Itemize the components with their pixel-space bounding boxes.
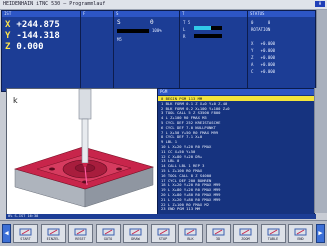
status-panel-header: STATUS	[248, 11, 315, 17]
y-axis-value: -144.318	[16, 31, 60, 41]
softkey-label: START	[20, 237, 31, 241]
hole-1	[49, 167, 55, 171]
stop-icon	[157, 228, 169, 236]
spindle-load-label: 100%	[152, 28, 162, 33]
softkey-draw[interactable]: DRAW	[123, 224, 148, 243]
tool-bar-fill	[194, 26, 211, 30]
z-axis-label: Z	[5, 42, 11, 52]
position-panel-header: IST	[2, 11, 80, 17]
table-icon	[267, 228, 279, 236]
spindle-load-bar	[117, 29, 149, 33]
tool-bar-track	[194, 26, 222, 30]
y-axis-label: Y	[5, 31, 11, 41]
softkey-einzel[interactable]: EINZEL	[40, 224, 66, 243]
tool-row-1: T 5	[183, 20, 191, 25]
softkey-label: END	[297, 237, 304, 241]
softkey-table[interactable]: TABLE	[260, 224, 286, 243]
end-icon	[294, 228, 307, 236]
spindle-panel-header: S	[114, 11, 179, 17]
brand-logo: H	[315, 1, 325, 7]
softkey-stop[interactable]: STOP	[150, 224, 176, 243]
cnc-screen: HEIDENHAIN iTNC 530 — Programmlauf H IST…	[0, 0, 327, 246]
title-bar: HEIDENHAIN iTNC 530 — Programmlauf H	[0, 0, 327, 10]
program-listing[interactable]: PGM 0 BEGIN PGM 113 MM 1 BLK FORM 0.1 Z X…	[157, 88, 315, 215]
spindle-label: S	[117, 19, 121, 26]
side-strip-top	[316, 10, 327, 90]
softkey-label: DRAW	[131, 237, 140, 241]
tool-holder	[78, 89, 92, 120]
softkey-reset[interactable]: RESET	[68, 224, 93, 243]
softkey-label: STOP	[158, 237, 168, 241]
softkey-3d[interactable]: 3D	[205, 224, 231, 243]
feed-panel: F	[80, 10, 114, 92]
single-block-icon	[47, 228, 59, 236]
spindle-mode: M5	[117, 37, 122, 42]
workpiece-3d-view: k	[13, 89, 155, 208]
feed-panel-header: F	[81, 11, 113, 17]
x-position: X +244.875	[5, 20, 60, 30]
goto-icon	[102, 228, 114, 236]
program-line[interactable]: 23 END PGM 113 MM	[161, 206, 200, 211]
softkey-label: RESET	[75, 237, 86, 241]
axis-k-glyph: k	[13, 96, 18, 105]
softkey-label: 3D	[215, 237, 221, 241]
status-row: A +0.000	[251, 62, 276, 67]
reset-icon	[74, 228, 87, 236]
z-axis-value: 0.000	[16, 42, 44, 52]
3d-view-icon	[212, 228, 224, 236]
spindle-panel: S S 0 100% M5	[113, 10, 180, 92]
y-position: Y -144.318	[5, 31, 60, 41]
status-row: Z +0.000	[251, 55, 276, 60]
status-line: 0% S-IST 16:38	[6, 214, 316, 219]
draw-icon	[129, 228, 142, 236]
status-row: C +0.000	[251, 69, 276, 74]
softkey-blk[interactable]: BLK	[178, 224, 203, 243]
softkey-label: GOTO	[103, 237, 113, 241]
softkey-label: BLK	[187, 237, 194, 241]
status-panel: STATUS 0 0 ROTATION X +0.000 Y +0.000 Z +0.0…	[247, 10, 316, 92]
tool-shank	[81, 118, 89, 164]
tool-row-2: L	[183, 27, 186, 32]
block-icon	[184, 228, 197, 236]
softkey-start[interactable]: START	[13, 224, 38, 243]
tool-bar-2	[194, 34, 222, 38]
softkey-prev-arrow[interactable]: ◀	[2, 224, 11, 243]
tool-panel: T T 5 L R	[179, 10, 248, 92]
status-row: 0 0	[251, 20, 271, 25]
position-panel: IST X +244.875 Y -144.318 Z 0.000	[1, 10, 81, 92]
status-row: Y +0.000	[251, 48, 276, 53]
softkey-bar: ◀ START EINZEL RESET GOTO DRAW STOP BLK 3D ZOOM T…	[0, 220, 327, 246]
spindle-value: 0	[150, 19, 154, 26]
status-row: ROTATION	[251, 27, 271, 32]
hole-2	[116, 167, 122, 171]
softkey-next-arrow[interactable]: ▶	[316, 224, 325, 243]
tool-panel-header: T	[180, 11, 247, 17]
zoom-icon	[239, 228, 252, 236]
tool-row-3: R	[183, 34, 186, 39]
side-strip-middle	[314, 88, 327, 213]
softkey-label: TABLE	[267, 237, 279, 241]
start-icon	[19, 228, 32, 236]
softkey-label: ZOOM	[241, 237, 250, 241]
softkey-zoom[interactable]: ZOOM	[233, 224, 258, 243]
x-axis-label: X	[5, 20, 11, 30]
program-header: PGM	[158, 89, 314, 95]
simulation-graphic: k	[6, 88, 158, 215]
x-axis-value: +244.875	[16, 20, 60, 30]
softkey-end[interactable]: END	[288, 224, 313, 243]
z-position: Z 0.000	[5, 42, 44, 52]
softkey-label: EINZEL	[46, 237, 60, 241]
window-title: HEIDENHAIN iTNC 530 — Programmlauf	[3, 1, 106, 7]
status-row: X +0.000	[251, 41, 276, 46]
softkey-goto[interactable]: GOTO	[95, 224, 121, 243]
